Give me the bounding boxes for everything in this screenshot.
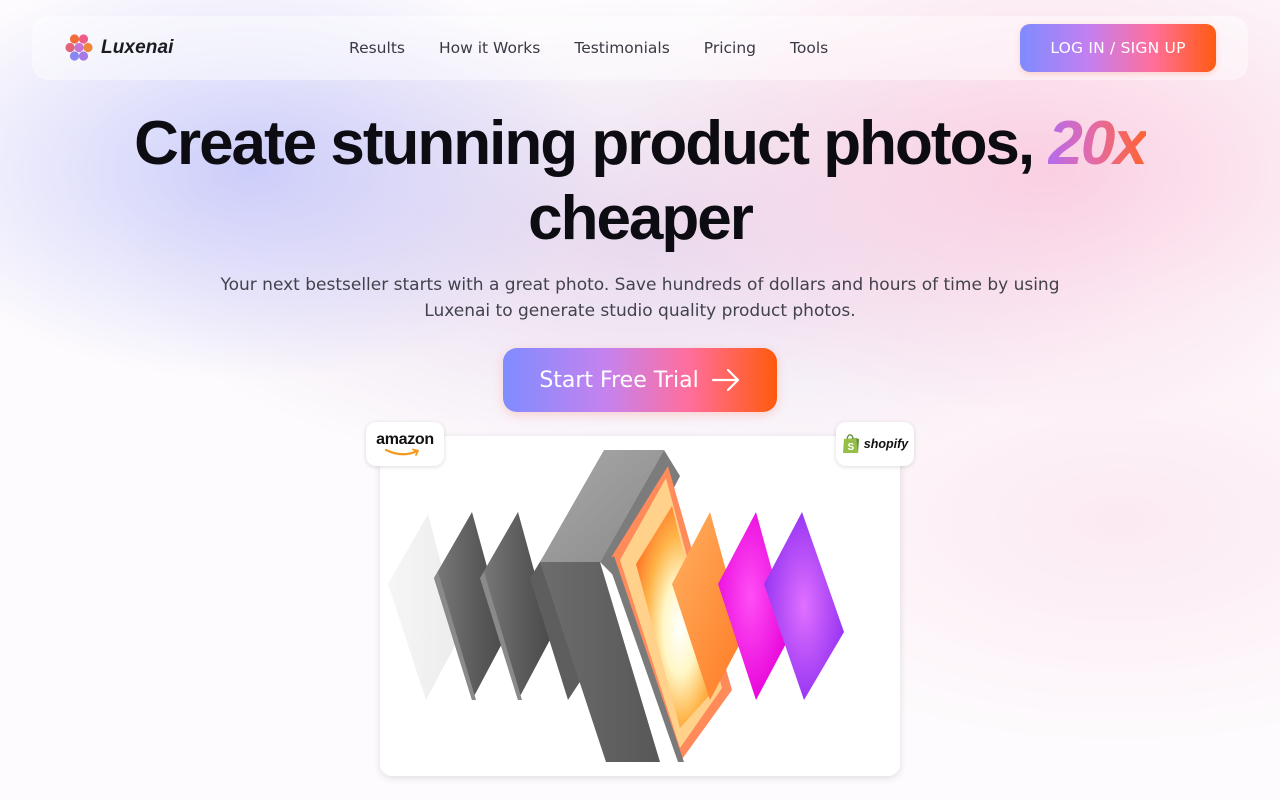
nav-link-results[interactable]: Results bbox=[349, 39, 405, 57]
brand-name: Luxenai bbox=[101, 37, 174, 58]
layered-panels-illustration bbox=[388, 450, 844, 762]
hero-title-end: cheaper bbox=[528, 184, 754, 253]
svg-text:S: S bbox=[847, 442, 854, 453]
hero-title-accent: 20x bbox=[1048, 109, 1147, 178]
hero-title-main: Create stunning product photos, bbox=[134, 109, 1049, 178]
hero-subtitle: Your next bestseller starts with a great… bbox=[220, 275, 1060, 321]
hexagon-cluster-logo-icon bbox=[65, 34, 93, 61]
start-free-trial-button[interactable]: Start Free Trial bbox=[503, 348, 777, 412]
nav-link-tools[interactable]: Tools bbox=[790, 39, 828, 57]
nav-links: Results How it Works Testimonials Pricin… bbox=[349, 16, 828, 80]
amazon-badge: amazon bbox=[366, 422, 444, 466]
brand-logo-link[interactable]: Luxenai bbox=[64, 33, 174, 63]
hero-title: Create stunning product photos, 20x chea… bbox=[0, 106, 1280, 256]
nav-link-pricing[interactable]: Pricing bbox=[704, 39, 756, 57]
cta-label: Start Free Trial bbox=[539, 367, 699, 393]
login-signup-button[interactable]: LOG IN / SIGN UP bbox=[1020, 24, 1216, 72]
shopify-bag-icon: S bbox=[842, 434, 859, 453]
shopify-logo-text: shopify bbox=[863, 437, 909, 451]
amazon-logo-text: amazon bbox=[376, 431, 434, 448]
arrow-right-icon bbox=[711, 368, 739, 392]
shopify-badge: S shopify bbox=[836, 422, 914, 466]
top-navbar: Luxenai Results How it Works Testimonial… bbox=[32, 16, 1248, 80]
nav-link-how-it-works[interactable]: How it Works bbox=[439, 39, 540, 57]
product-showcase-image bbox=[380, 436, 900, 776]
nav-link-testimonials[interactable]: Testimonials bbox=[574, 39, 669, 57]
amazon-smile-icon bbox=[384, 448, 419, 456]
